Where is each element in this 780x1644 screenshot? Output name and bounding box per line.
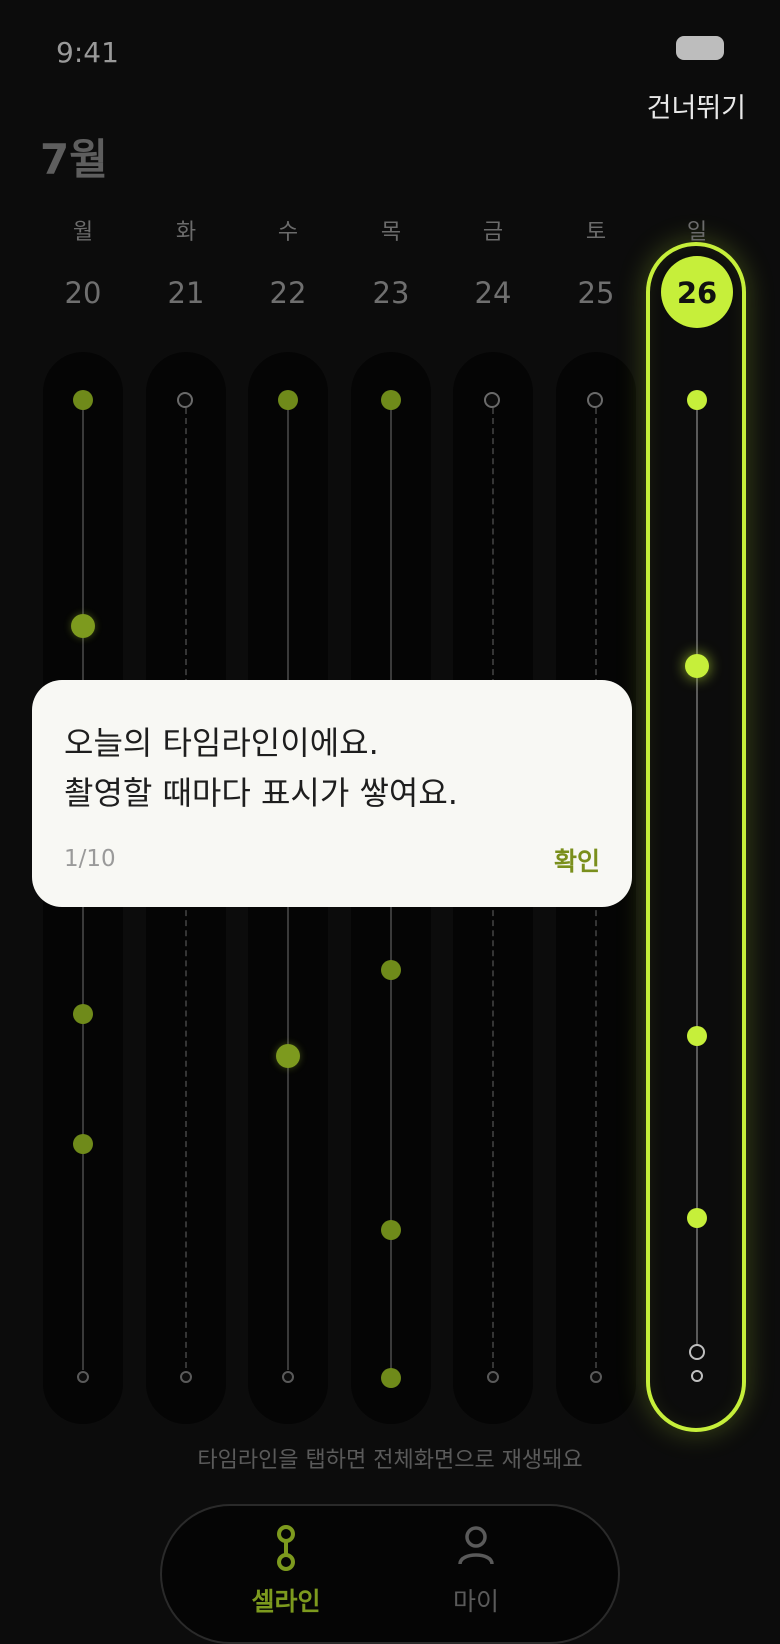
timeline-end-dot [77,1371,89,1383]
tooltip-step-counter: 1/10 [64,846,116,872]
dow-label: 목 [380,220,402,245]
timeline-dot [73,390,93,410]
timeline-end-dot [691,1370,703,1382]
timeline-empty-dot [177,392,193,408]
timeline-dot-today [687,1208,707,1228]
hint-text: 타임라인을 탭하면 전체화면으로 재생돼요 [197,1448,583,1473]
timeline-end-dot [590,1371,602,1383]
date-label[interactable]: 22 [248,276,328,310]
timeline-dot [71,614,95,638]
timeline-dot [278,390,298,410]
timeline-dot [381,390,401,410]
timeline-end-dot [180,1371,192,1383]
dow-label: 월 [72,220,94,245]
timeline-icon [272,1524,300,1578]
date-label[interactable]: 25 [556,276,636,310]
timeline-dot [73,1134,93,1154]
tooltip-confirm-button[interactable]: 확인 [554,842,600,878]
dow-label: 일 [686,220,708,245]
timeline-dot [73,1004,93,1024]
timeline-dot-today [687,1026,707,1046]
timeline-dot [381,1220,401,1240]
dow-label: 토 [585,220,607,245]
skip-button[interactable]: 건너뛰기 [647,86,746,125]
nav-item-cellline[interactable]: 셀라인 [226,1582,346,1618]
timeline-empty-dot [484,392,500,408]
date-label[interactable]: 24 [453,276,533,310]
dow-label: 금 [482,220,504,245]
date-label[interactable]: 23 [351,276,431,310]
timeline-dot-today [685,654,709,678]
onboarding-tooltip: 오늘의 타임라인이에요. 촬영할 때마다 표시가 쌓여요. 1/10 확인 [32,680,632,907]
date-label[interactable]: 20 [43,276,123,310]
tooltip-text-line-1: 오늘의 타임라인이에요. [64,724,379,762]
timeline-dot [381,1368,401,1388]
dow-label: 화 [175,220,197,245]
battery-icon [676,36,724,60]
timeline-empty-dot [587,392,603,408]
timeline-end-dot [282,1371,294,1383]
status-time: 9:41 [56,36,119,69]
bottom-nav: 셀라인 마이 [160,1504,620,1644]
timeline-current-dot [689,1344,705,1360]
timeline-dot [276,1044,300,1068]
timeline-dot [381,960,401,980]
tooltip-text-line-2: 촬영할 때마다 표시가 쌓여요. [64,774,458,812]
month-title: 7월 [40,135,108,184]
timeline-end-dot [487,1371,499,1383]
timeline-dot-today [687,390,707,410]
dow-label: 수 [277,220,299,245]
date-label-today[interactable]: 26 [657,276,737,310]
person-icon [456,1524,496,1568]
nav-item-my[interactable]: 마이 [416,1582,536,1618]
date-label[interactable]: 21 [146,276,226,310]
